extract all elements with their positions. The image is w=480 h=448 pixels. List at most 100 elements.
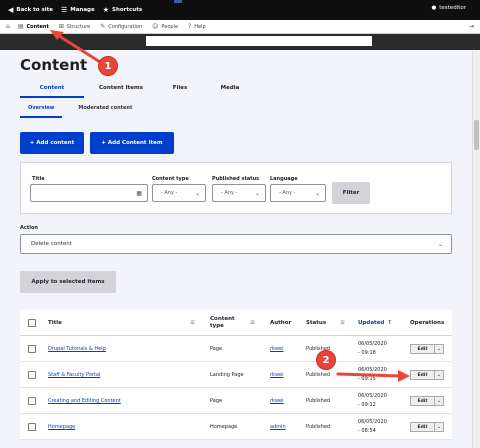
people-icon: ☺ [152,23,159,30]
shortcuts-tab[interactable]: ★ Shortcuts [103,6,142,14]
row-type: Homepage [210,424,238,430]
header-content-type[interactable]: Content type [210,310,250,336]
chevron-down-icon[interactable]: ⌄ [434,396,444,406]
published-status-label: Published status [212,176,260,182]
subtab-moderated-content[interactable]: Moderated content [70,104,140,118]
row-status: Published [306,424,331,430]
published-status-select[interactable]: - Any - ⌄ [212,184,266,202]
row-updated: 06/05/2020 - 09:15 [358,367,387,382]
header-updated[interactable]: Updated ↑ [358,310,392,336]
row-updated: 06/05/2020 - 08:54 [358,419,387,434]
row-title-link[interactable]: Homepage [48,414,75,440]
chevron-down-icon[interactable]: ⌄ [434,370,444,380]
header-status[interactable]: Status [306,310,326,336]
edit-dropbutton: Edit ⌄ [410,344,444,354]
page-title: Content [20,56,88,74]
title-filter-input[interactable]: ▦ [30,184,148,202]
back-to-site-link[interactable]: ◀ Back to site [8,6,53,14]
select-all-checkbox[interactable] [28,310,36,336]
sort-ascending-icon: ↑ [387,320,392,326]
toolbar-top-mark [174,0,182,3]
menu-icon: ☰ [60,6,68,14]
help-icon: ? [188,23,192,30]
header-author: Author [270,320,292,326]
chevron-down-icon[interactable]: ⌄ [434,344,444,354]
add-content-item-button[interactable]: + Add Content Item [90,132,174,154]
subtab-overview[interactable]: Overview [20,104,63,118]
row-title-link[interactable]: Creating and Editing Content [48,388,121,414]
chevron-down-icon: ⌄ [194,189,200,197]
chevron-down-icon[interactable]: ⌄ [434,422,444,432]
tab-content-items[interactable]: Content Items [84,82,158,98]
filter-button[interactable]: Filter [332,182,370,204]
table-row: Drupal Tutorials & Help Page rkwei Publi… [20,336,452,362]
annotation-marker-1: 1 [98,56,118,76]
row-title-link[interactable]: Staff & Faculty Portal [48,362,100,388]
add-content-button[interactable]: + Add content [20,132,84,154]
orientation-toggle-icon[interactable]: ⇥ [469,23,474,30]
row-checkbox[interactable] [28,362,36,388]
menu-item-people[interactable]: ☺ People [152,23,178,30]
row-author-link[interactable]: rkwei [270,336,284,362]
calendar-icon: ▦ [136,189,142,197]
content-type-select[interactable]: - Any - ⌄ [152,184,206,202]
primary-tabs: Content Content Items Files Media [20,82,258,98]
annotation-marker-2: 2 [316,350,336,370]
action-select[interactable]: Delete content ⌄ [20,234,452,254]
back-arrow-icon: ◀ [8,6,14,14]
scrollbar-track[interactable] [472,50,480,448]
edit-button[interactable]: Edit [410,370,434,380]
content-type-label: Content type [152,176,189,182]
apply-to-selected-button[interactable]: Apply to selected items [20,271,116,293]
table-header: Title ≡ Content type ≡ Author Status ≡ U… [20,310,452,336]
edit-dropbutton: Edit ⌄ [410,396,444,406]
admin-menu-bar: ⌂ ▤ Content ⊞ Structure ✎ Configuration … [0,20,480,34]
language-select[interactable]: - Any - ⌄ [270,184,326,202]
row-type: Landing Page [210,372,244,378]
language-label: Language [270,176,298,182]
sort-icon[interactable]: ≡ [340,319,345,326]
chevron-down-icon: ⌄ [437,240,443,248]
menu-item-help[interactable]: ? Help [188,23,206,30]
table-row: Staff & Faculty Portal Landing Page rkwe… [20,362,452,388]
row-author-link[interactable]: admin [270,414,286,440]
sort-icon[interactable]: ≡ [190,319,195,326]
redacted-bar [146,36,372,46]
menu-item-content[interactable]: ▤ Content [18,23,49,30]
row-author-link[interactable]: rkwei [270,362,284,388]
content-table: Title ≡ Content type ≡ Author Status ≡ U… [20,310,452,440]
table-row: Homepage Homepage admin Published 06/05/… [20,414,452,440]
row-checkbox[interactable] [28,336,36,362]
row-title-link[interactable]: Drupal Tutorials & Help [48,336,106,362]
scrollbar-thumb[interactable] [474,120,479,150]
title-filter-label: Title [32,176,45,182]
row-updated: 06/05/2020 - 09:12 [358,393,387,408]
structure-icon: ⊞ [58,23,64,30]
edit-dropbutton: Edit ⌄ [410,370,444,380]
wrench-icon: ✎ [100,23,106,30]
menu-item-configuration[interactable]: ✎ Configuration [100,23,142,30]
manage-tab[interactable]: ☰ Manage [61,6,95,14]
row-checkbox[interactable] [28,414,36,440]
admin-toolbar: ◀ Back to site ☰ Manage ★ Shortcuts ● te… [0,0,480,20]
tab-content[interactable]: Content [20,82,84,98]
row-author-link[interactable]: rkwei [270,388,284,414]
menu-item-structure[interactable]: ⊞ Structure [59,23,90,30]
row-type: Page [210,398,223,404]
sort-icon[interactable]: ≡ [250,319,255,326]
header-operations: Operations [410,320,445,326]
chevron-down-icon: ⌄ [314,189,320,197]
tab-media[interactable]: Media [202,82,258,98]
header-title[interactable]: Title [48,310,62,336]
user-icon: ● [431,5,437,11]
edit-button[interactable]: Edit [410,422,434,432]
edit-button[interactable]: Edit [410,396,434,406]
edit-dropbutton: Edit ⌄ [410,422,444,432]
home-icon[interactable]: ⌂ [6,23,10,30]
user-menu[interactable]: ● testeditor [431,5,466,11]
edit-button[interactable]: Edit [410,344,434,354]
tab-files[interactable]: Files [158,82,202,98]
row-status: Published [306,398,331,404]
row-checkbox[interactable] [28,388,36,414]
chevron-down-icon: ⌄ [254,189,260,197]
